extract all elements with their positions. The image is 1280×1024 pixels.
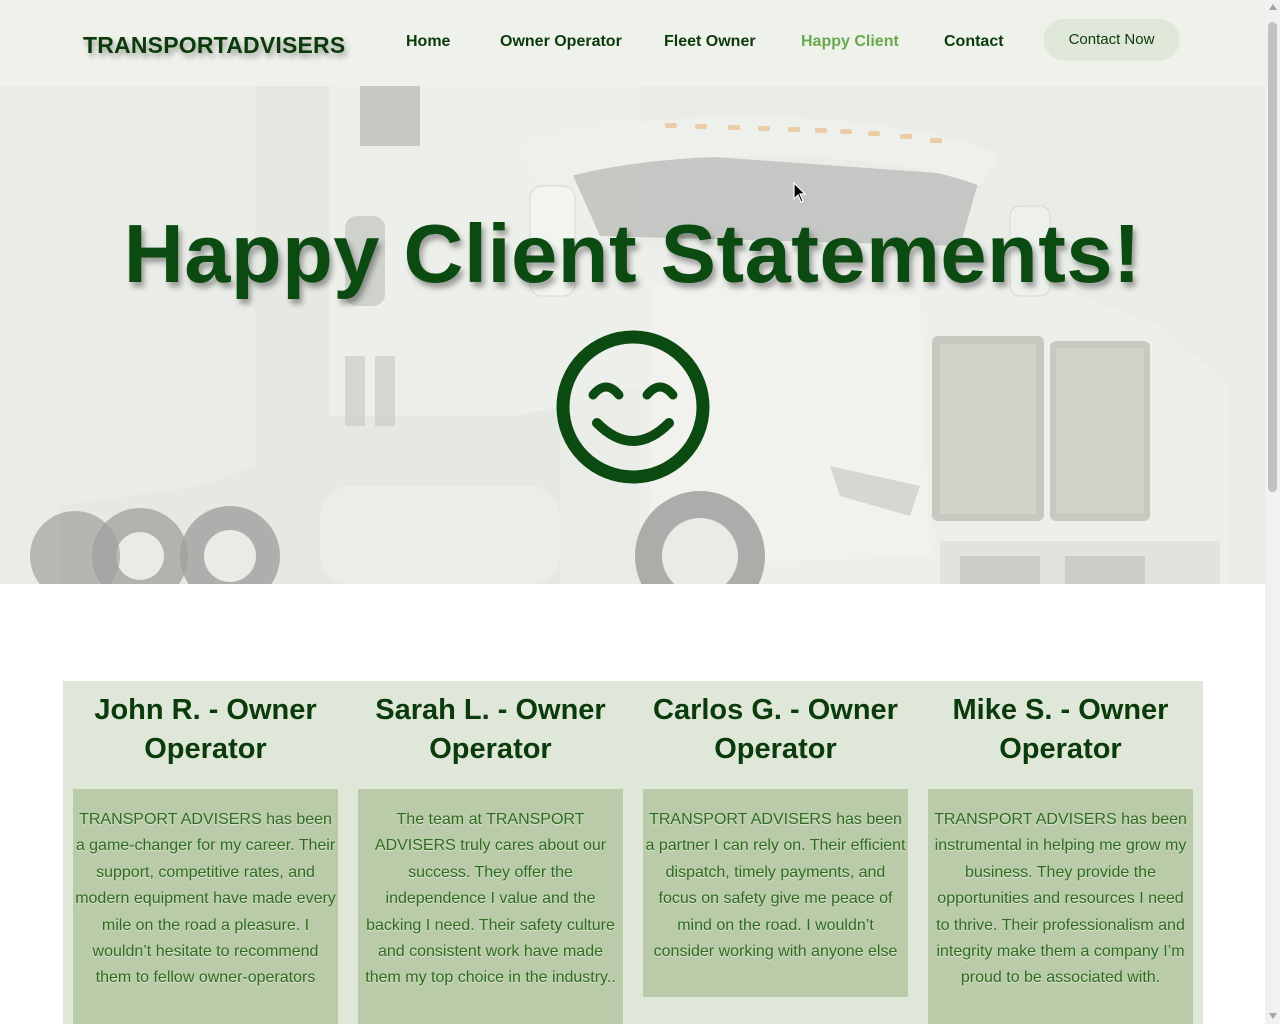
page-scrollbar[interactable] [1265, 0, 1280, 1024]
testimonial-text: TRANSPORT ADVISERS has been instrumental… [928, 789, 1193, 1024]
testimonial-name: Mike S. - Owner Operator [952, 694, 1169, 765]
testimonials-section: John R. - Owner Operator TRANSPORT ADVIS… [63, 681, 1203, 1024]
testimonial-text: The team at TRANSPORT ADVISERS truly car… [358, 789, 623, 1024]
testimonial-name: Sarah L. - Owner Operator [375, 694, 606, 765]
nav-contact[interactable]: Contact [944, 33, 1004, 51]
nav-home[interactable]: Home [406, 33, 450, 51]
page: TRANSPORTADVISERS Home Owner Operator Fl… [0, 0, 1265, 1024]
scrollbar-thumb[interactable] [1268, 22, 1277, 492]
nav-happy-client[interactable]: Happy Client [801, 33, 899, 51]
testimonial-name: Carlos G. - Owner Operator [653, 694, 898, 765]
contact-now-button[interactable]: Contact Now [1044, 19, 1179, 59]
testimonial-card: Carlos G. - Owner Operator TRANSPORT ADV… [643, 681, 908, 997]
site-header: TRANSPORTADVISERS Home Owner Operator Fl… [0, 0, 1265, 86]
scroll-down-arrow-icon[interactable] [1269, 1013, 1277, 1019]
scroll-up-arrow-icon[interactable] [1269, 4, 1277, 10]
nav-owner-operator[interactable]: Owner Operator [500, 33, 622, 51]
testimonial-card: John R. - Owner Operator TRANSPORT ADVIS… [73, 681, 338, 1024]
nav-fleet-owner[interactable]: Fleet Owner [664, 33, 756, 51]
testimonial-card: Sarah L. - Owner Operator The team at TR… [358, 681, 623, 1024]
mouse-cursor-icon [793, 182, 807, 203]
page-title: Happy Client Statements! [123, 207, 1142, 300]
testimonial-card: Mike S. - Owner Operator TRANSPORT ADVIS… [928, 681, 1193, 1024]
testimonial-name: John R. - Owner Operator [94, 694, 317, 765]
testimonial-text: TRANSPORT ADVISERS has been a game-chang… [73, 789, 338, 1024]
testimonial-text: TRANSPORT ADVISERS has been a partner I … [643, 789, 908, 997]
hero-banner: Happy Client Statements! [0, 86, 1265, 584]
smiley-face-icon [556, 330, 710, 484]
